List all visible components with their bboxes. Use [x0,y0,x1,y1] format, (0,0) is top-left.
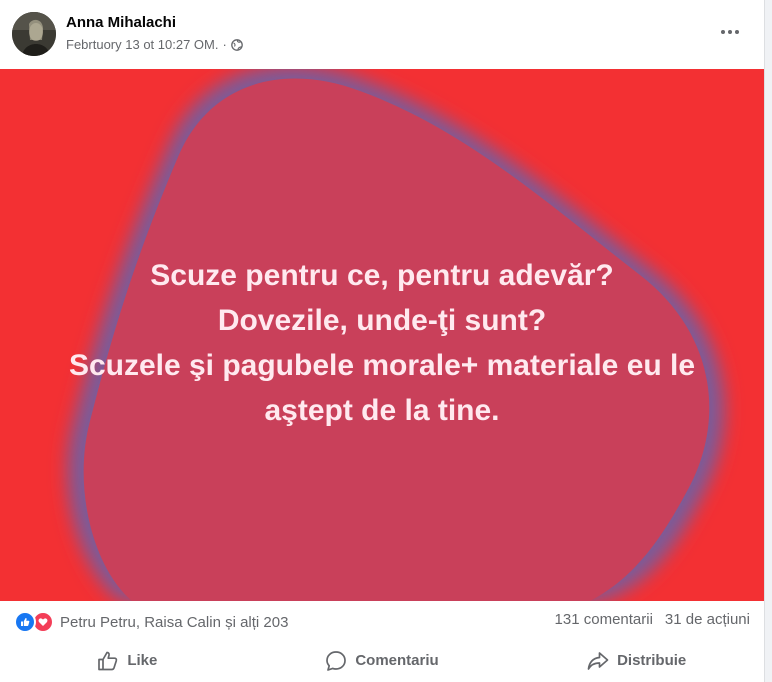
reactions-summary[interactable]: Petru Petru, Raisa Calin și alți 203 [14,611,288,633]
reactors-text[interactable]: Petru Petru, Raisa Calin și alți 203 [60,614,288,631]
post-card: Anna Mihalachi Febrtuory 13 ot 10:27 OM.… [0,0,765,682]
like-reaction-icon [14,611,36,633]
post-background-image[interactable]: Scuze pentru ce, pentru adevăr? Dovezile… [0,69,764,601]
comment-icon [326,650,347,671]
action-bar: Like Comentariu Distribuie [0,639,764,682]
author-name[interactable]: Anna Mihalachi [66,14,176,31]
share-button[interactable]: Distribuie [509,639,764,682]
globe-icon[interactable] [230,38,243,51]
post-stats: Petru Petru, Raisa Calin și alți 203 131… [0,601,764,639]
post-text-line: Scuzele şi pagubele morale+ materiale eu… [68,349,696,382]
engagement-counts: 131 comentarii 31 de acțiuni [555,611,750,628]
post-text-line: Scuze pentru ce, pentru adevăr? [150,259,614,292]
comment-label: Comentariu [355,652,439,669]
more-options-icon [721,30,739,34]
share-label: Distribuie [617,652,687,669]
more-options-button[interactable] [714,18,746,46]
like-label: Like [127,652,158,669]
page-edge [765,0,772,682]
meta-separator: · [222,37,227,52]
shares-count[interactable]: 31 de acțiuni [665,611,750,628]
post-text-line: aştept de la tine. [264,394,500,427]
post-timestamp[interactable]: Febrtuory 13 ot 10:27 OM. [66,37,218,52]
like-button[interactable]: Like [0,639,255,682]
author-avatar[interactable] [12,12,56,56]
post-meta: Febrtuory 13 ot 10:27 OM. · [66,37,243,52]
share-arrow-icon [587,651,609,670]
post-text: Scuze pentru ce, pentru adevăr? Dovezile… [20,253,744,433]
thumbs-up-icon [98,651,118,670]
comment-button[interactable]: Comentariu [255,639,510,682]
post-text-line: Dovezile, unde-ţi sunt? [217,304,547,337]
post-header: Anna Mihalachi Febrtuory 13 ot 10:27 OM.… [0,0,764,69]
comments-count[interactable]: 131 comentarii [555,611,653,628]
